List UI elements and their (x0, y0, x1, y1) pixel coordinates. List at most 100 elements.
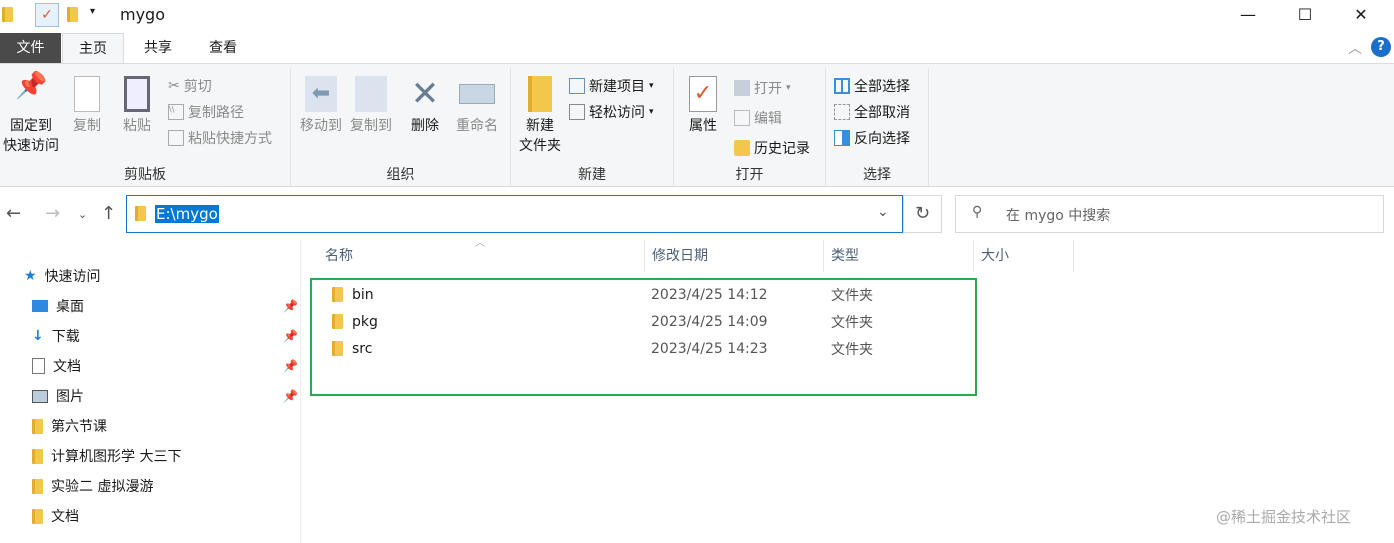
close-button[interactable]: ✕ (1338, 0, 1384, 30)
maximize-button[interactable]: ☐ (1282, 0, 1328, 30)
group-label: 组织 (386, 167, 415, 183)
address-bar[interactable]: E:\mygo ⌄ (126, 195, 903, 233)
delete-button[interactable]: ✕ 删除 (405, 68, 445, 136)
sidebar-item-downloads[interactable]: ↓ 下载 (32, 326, 80, 346)
tab-file[interactable]: 文件 (0, 33, 61, 63)
pin-quick-access-button[interactable]: 📌 固定到 快速访问 (0, 68, 62, 156)
sidebar-label: 文档 (51, 509, 79, 525)
open-label: 打开 (754, 81, 782, 97)
new-folder-button[interactable]: 新建 文件夹 (515, 68, 565, 156)
group-label: 新建 (578, 167, 606, 183)
edit-label: 编辑 (754, 111, 782, 127)
sidebar-item-documents[interactable]: 文档 (32, 356, 81, 376)
watermark: @稀土掘金技术社区 (1216, 508, 1352, 526)
group-select: 全部选择 全部取消 反向选择 选择 (826, 68, 929, 186)
star-icon: ★ (24, 268, 37, 284)
properties-quick-icon[interactable]: ✓ (35, 3, 59, 27)
sidebar-label: 图片 (56, 389, 84, 405)
paste-shortcut-button[interactable]: 粘贴快捷方式 (168, 128, 272, 148)
picture-icon (32, 389, 48, 403)
file-type: 文件夹 (831, 341, 873, 358)
sidebar-item-pictures[interactable]: 图片 (32, 386, 84, 406)
pin-icon[interactable]: 📌 (283, 359, 298, 373)
collapse-ribbon-icon[interactable]: ︿ (1348, 38, 1362, 58)
rename-button[interactable]: 重命名 (451, 68, 503, 136)
column-date[interactable]: 修改日期 (645, 240, 824, 272)
tab-view[interactable]: 查看 (192, 33, 254, 63)
file-date: 2023/4/25 14:23 (651, 340, 768, 357)
select-all-label: 全部选择 (854, 79, 910, 95)
sidebar-item-folder[interactable]: 文档 (32, 506, 79, 526)
move-to-button[interactable]: ⬅ 移动到 (295, 68, 347, 136)
select-all-button[interactable]: 全部选择 (834, 76, 910, 96)
sidebar-item-folder[interactable]: 计算机图形学 大三下 (32, 446, 181, 466)
sidebar-quick-access[interactable]: ★ 快速访问 (24, 266, 101, 286)
recent-locations-icon[interactable]: ⌄ (78, 208, 87, 221)
folder-icon (2, 7, 13, 22)
file-row[interactable]: pkg 2023/4/25 14:09 文件夹 (320, 308, 970, 335)
pin-icon[interactable]: 📌 (283, 329, 298, 343)
history-button[interactable]: 历史记录 (734, 138, 810, 158)
easy-access-label: 轻松访问 (589, 105, 645, 121)
paste-label: 粘贴 (123, 118, 151, 134)
column-type[interactable]: 类型 (824, 240, 974, 272)
sidebar-label: 快速访问 (44, 269, 101, 285)
back-button[interactable]: ← (6, 203, 21, 224)
open-icon (734, 80, 750, 96)
pane-divider[interactable] (300, 240, 301, 543)
edit-button[interactable]: 编辑 (734, 108, 782, 128)
address-dropdown-icon[interactable]: ⌄ (877, 204, 889, 220)
search-box[interactable]: ⚲ 在 mygo 中搜索 (955, 195, 1384, 233)
open-button[interactable]: 打开 ▾ (734, 78, 791, 98)
pin-icon: 📌 (15, 71, 48, 101)
cut-button[interactable]: ✂ 剪切 (168, 76, 212, 96)
column-name[interactable]: 名称 (318, 240, 645, 272)
folder-icon (332, 314, 343, 329)
up-button[interactable]: ↑ (101, 203, 116, 224)
select-none-button[interactable]: 全部取消 (834, 102, 910, 122)
copy-path-label: 复制路径 (188, 105, 244, 121)
minimize-button[interactable]: — (1225, 0, 1271, 30)
edit-icon (734, 110, 750, 126)
select-none-label: 全部取消 (854, 105, 910, 121)
sidebar-label: 桌面 (56, 299, 84, 315)
column-size[interactable]: 大小 (974, 240, 1074, 272)
customize-dropdown-icon[interactable]: ▾ (90, 6, 95, 17)
file-name: pkg (352, 313, 378, 330)
new-folder-icon (528, 76, 552, 112)
invert-selection-icon (834, 130, 850, 146)
copy-to-button[interactable]: 复制到 (345, 68, 397, 136)
select-all-icon (834, 78, 850, 94)
tab-home[interactable]: 主页 (62, 33, 124, 64)
paste-button[interactable]: 粘贴 (116, 68, 158, 136)
help-icon[interactable]: ? (1371, 37, 1391, 57)
new-item-icon (569, 78, 585, 94)
forward-button[interactable]: → (45, 203, 60, 224)
sidebar-item-folder[interactable]: 第六节课 (32, 416, 107, 436)
scissors-icon: ✂ (168, 78, 180, 94)
tab-share[interactable]: 共享 (128, 33, 188, 63)
sidebar-label: 下载 (51, 329, 80, 345)
easy-access-button[interactable]: 轻松访问 ▾ (569, 102, 654, 122)
address-path[interactable]: E:\mygo (155, 205, 219, 223)
path-icon: \\ (168, 104, 184, 120)
group-open: ✓ 属性 打开 ▾ 编辑 历史记录 打开 (674, 68, 826, 186)
refresh-button[interactable]: ↻ (903, 195, 942, 233)
copy-button[interactable]: 复制 (66, 68, 108, 136)
properties-button[interactable]: ✓ 属性 (680, 68, 726, 136)
pin-icon[interactable]: 📌 (283, 299, 298, 313)
group-new: 新建 文件夹 新建项目 ▾ 轻松访问 ▾ 新建 (511, 68, 674, 186)
copy-path-button[interactable]: \\ 复制路径 (168, 102, 244, 122)
file-row[interactable]: bin 2023/4/25 14:12 文件夹 (320, 281, 970, 308)
folder-icon (332, 341, 343, 356)
sidebar-item-folder[interactable]: 实验二 虚拟漫游 (32, 476, 153, 496)
pin-icon[interactable]: 📌 (283, 389, 298, 403)
shortcut-icon (168, 130, 184, 146)
sidebar-item-desktop[interactable]: 桌面 (32, 296, 84, 316)
new-item-button[interactable]: 新建项目 ▾ (569, 76, 654, 96)
file-row[interactable]: src 2023/4/25 14:23 文件夹 (320, 335, 970, 362)
invert-selection-button[interactable]: 反向选择 (834, 128, 910, 148)
document-icon (32, 358, 45, 374)
properties-label: 属性 (689, 118, 717, 134)
file-date: 2023/4/25 14:12 (651, 286, 768, 303)
